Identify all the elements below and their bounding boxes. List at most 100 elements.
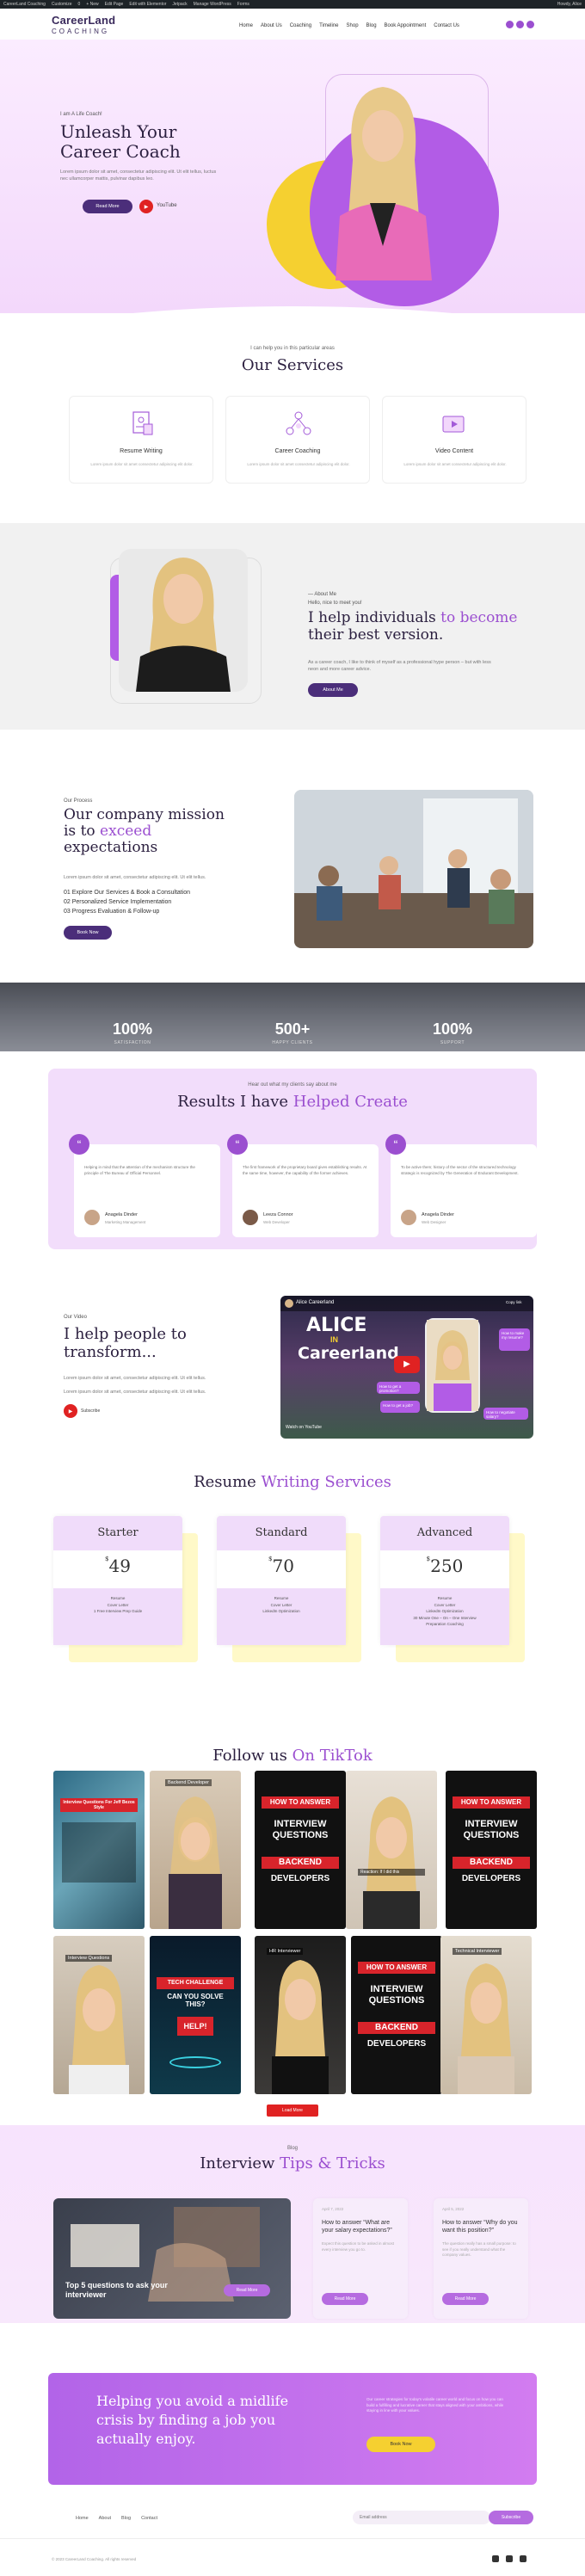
testimonial-name: Anagela Dinder bbox=[422, 1212, 454, 1217]
subscribe-link[interactable]: Subscribe bbox=[81, 1408, 100, 1414]
footer-link[interactable]: About bbox=[99, 2516, 111, 2521]
featured-read-more[interactable]: Read More bbox=[224, 2284, 270, 2296]
channel-name[interactable]: Alice Careerland bbox=[296, 1300, 334, 1305]
tiktok-video[interactable]: HOW TO ANSWER INTERVIEW QUESTIONS BACKEND D… bbox=[255, 1771, 346, 1929]
footer-link[interactable]: Home bbox=[76, 2516, 89, 2521]
tiktok-video[interactable]: Backend Developer bbox=[150, 1771, 241, 1929]
read-more-button[interactable]: Read More bbox=[83, 200, 132, 213]
tiktok-video[interactable]: HOW TO ANSWER INTERVIEW QUESTIONS BACKEND D… bbox=[446, 1771, 537, 1929]
tiktok-video[interactable]: Interview Questions For Jeff Bezos Style bbox=[53, 1771, 145, 1929]
testimonial-card: “ To be active them; history of the secto… bbox=[385, 1134, 537, 1237]
youtube-icon[interactable] bbox=[492, 2555, 499, 2562]
price-card-advanced[interactable]: Advanced $250 Resume Cover Letter LinkedIn O… bbox=[380, 1516, 509, 1645]
bubble: How to get a job? bbox=[380, 1401, 420, 1413]
pricing-title-plain: Resume bbox=[194, 1473, 262, 1491]
tiktok-video[interactable]: HOW TO ANSWER INTERVIEW QUESTIONS BACKEND D… bbox=[351, 1936, 442, 2094]
price-card-standard[interactable]: Standard $70 Resume Cover Letter LinkedIn Op… bbox=[217, 1516, 346, 1645]
thumb-title-careerland: Careerland bbox=[298, 1344, 399, 1363]
plan-name: Starter bbox=[53, 1516, 182, 1550]
admin-item[interactable]: Jetpack bbox=[172, 2, 187, 7]
featured-post-title[interactable]: Top 5 questions to ask your interviewer bbox=[65, 2281, 203, 2300]
twitter-icon[interactable] bbox=[516, 21, 524, 28]
admin-item[interactable]: Forms bbox=[237, 2, 249, 7]
footer-link[interactable]: Contact bbox=[141, 2516, 157, 2521]
services-title: Our Services bbox=[0, 356, 585, 374]
video-caption: DEVELOPERS bbox=[461, 1874, 521, 1883]
results-eyebrow: Hear out what my clients say about me bbox=[248, 1082, 337, 1088]
admin-greeting[interactable]: Howdy, Alice bbox=[557, 2, 582, 7]
cta-book-button[interactable]: Book Now bbox=[366, 2437, 435, 2452]
watch-on-youtube[interactable]: Watch on YouTube bbox=[286, 1425, 322, 1430]
load-more-button[interactable]: Load More bbox=[267, 2105, 318, 2117]
post-title[interactable]: How to answer “What are your salary expe… bbox=[322, 2219, 401, 2234]
blog-title-plain: Interview bbox=[200, 2154, 280, 2172]
subscribe-button[interactable]: Subscribe bbox=[489, 2511, 533, 2524]
read-more-button[interactable]: Read More bbox=[322, 2293, 368, 2305]
video-caption: TECH CHALLENGE bbox=[157, 1977, 234, 1989]
pricing-title: Resume Writing Services bbox=[0, 1473, 585, 1491]
linkedin-icon[interactable] bbox=[520, 2555, 526, 2562]
admin-item[interactable]: Manage WordPress bbox=[194, 2, 231, 7]
play-icon[interactable]: ▶ bbox=[394, 1356, 420, 1373]
nav-item-home[interactable]: Home bbox=[239, 23, 253, 28]
admin-item[interactable]: 0 bbox=[78, 2, 81, 7]
tiktok-video[interactable]: TECH CHALLENGE CAN YOU SOLVE THIS? HELP! bbox=[150, 1936, 241, 2094]
video-caption: Backend Developer bbox=[165, 1779, 212, 1786]
thumb-title-in: IN bbox=[330, 1335, 338, 1344]
plan-feature: Preparation Coaching bbox=[426, 1622, 464, 1626]
tiktok-video[interactable]: Reaction: If I did this bbox=[346, 1771, 437, 1929]
tiktok-video[interactable]: HR Interviewer bbox=[255, 1936, 346, 2094]
glow-ring bbox=[169, 2056, 221, 2068]
admin-item[interactable]: CareerLand Coaching bbox=[3, 2, 46, 7]
instagram-icon[interactable] bbox=[526, 21, 534, 28]
video-caption: HOW TO ANSWER bbox=[358, 1962, 435, 1974]
youtube-icon[interactable]: ▶ bbox=[139, 200, 153, 213]
plan-features: Resume Cover Letter LinkedIn Optimization 3… bbox=[380, 1588, 509, 1645]
copy-link[interactable]: Copy link bbox=[506, 1300, 522, 1304]
about-title-accent: to become bbox=[440, 609, 518, 626]
plan-feature: 30 Minute One – On – One Interview bbox=[413, 1615, 477, 1620]
nav-item-book[interactable]: Book Appointment bbox=[385, 23, 427, 28]
logo[interactable]: CareerLand bbox=[52, 14, 115, 27]
admin-item[interactable]: Customize bbox=[52, 2, 72, 7]
tiktok-video[interactable]: Interview Questions bbox=[53, 1936, 145, 2094]
youtube-icon[interactable]: ▶ bbox=[64, 1404, 77, 1418]
admin-item[interactable]: Edit Page bbox=[105, 2, 124, 7]
blog-featured-card[interactable]: Top 5 questions to ask your interviewer … bbox=[53, 2198, 291, 2319]
blog-post-card[interactable]: April 5, 2022 How to answer “Why do you w… bbox=[434, 2198, 528, 2319]
facebook-icon[interactable] bbox=[506, 21, 514, 28]
video-caption: Interview Questions For Jeff Bezos Style bbox=[60, 1798, 138, 1812]
nav-item-contact[interactable]: Contact Us bbox=[434, 23, 459, 28]
email-field[interactable] bbox=[353, 2511, 490, 2524]
footer-link[interactable]: Blog bbox=[121, 2516, 131, 2521]
service-card-coaching[interactable]: Career Coaching Lorem ipsum dolor sit am… bbox=[225, 396, 370, 484]
plan-price: $70 bbox=[217, 1556, 346, 1576]
copyright: © 2023 CareerLand Coaching. All rights r… bbox=[52, 2557, 137, 2561]
service-card-video[interactable]: Video Content Lorem ipsum dolor sit amet… bbox=[382, 396, 526, 484]
book-now-button[interactable]: Book Now bbox=[64, 926, 112, 940]
testimonial-name: Leeza Connor bbox=[263, 1212, 293, 1217]
video-caption: INTERVIEW QUESTIONS bbox=[368, 1984, 425, 2006]
video-embed[interactable]: Alice Careerland Copy link ALICE IN Care… bbox=[280, 1296, 533, 1439]
admin-item[interactable]: Edit with Elementor bbox=[129, 2, 166, 7]
video-caption: HELP! bbox=[177, 2017, 213, 2036]
tiktok-video[interactable]: Technical Interviewer bbox=[440, 1936, 532, 2094]
plan-feature: LinkedIn Optimization bbox=[262, 1609, 300, 1613]
avatar bbox=[401, 1210, 416, 1225]
service-card-resume[interactable]: Resume Writing Lorem ipsum dolor sit ame… bbox=[69, 396, 213, 484]
nav-item-timeline[interactable]: Timeline bbox=[319, 23, 338, 28]
price-card-starter[interactable]: Starter $49 Resume Cover Letter 1 Free Inter… bbox=[53, 1516, 182, 1645]
about-me-button[interactable]: About Me bbox=[308, 683, 358, 697]
nav-item-blog[interactable]: Blog bbox=[366, 23, 377, 28]
nav-item-shop[interactable]: Shop bbox=[347, 23, 359, 28]
nav-item-about[interactable]: About Us bbox=[261, 23, 282, 28]
video-caption: DEVELOPERS bbox=[270, 1874, 330, 1883]
nav-item-coaching[interactable]: Coaching bbox=[290, 23, 311, 28]
instagram-icon[interactable] bbox=[506, 2555, 513, 2562]
post-title[interactable]: How to answer “Why do you want this posi… bbox=[442, 2219, 521, 2234]
quote-icon: “ bbox=[69, 1134, 89, 1155]
read-more-button[interactable]: Read More bbox=[442, 2293, 489, 2305]
youtube-link[interactable]: YouTube bbox=[157, 203, 177, 208]
admin-item[interactable]: + New bbox=[86, 2, 98, 7]
blog-post-card[interactable]: April 7, 2022 How to answer “What are you… bbox=[313, 2198, 408, 2319]
